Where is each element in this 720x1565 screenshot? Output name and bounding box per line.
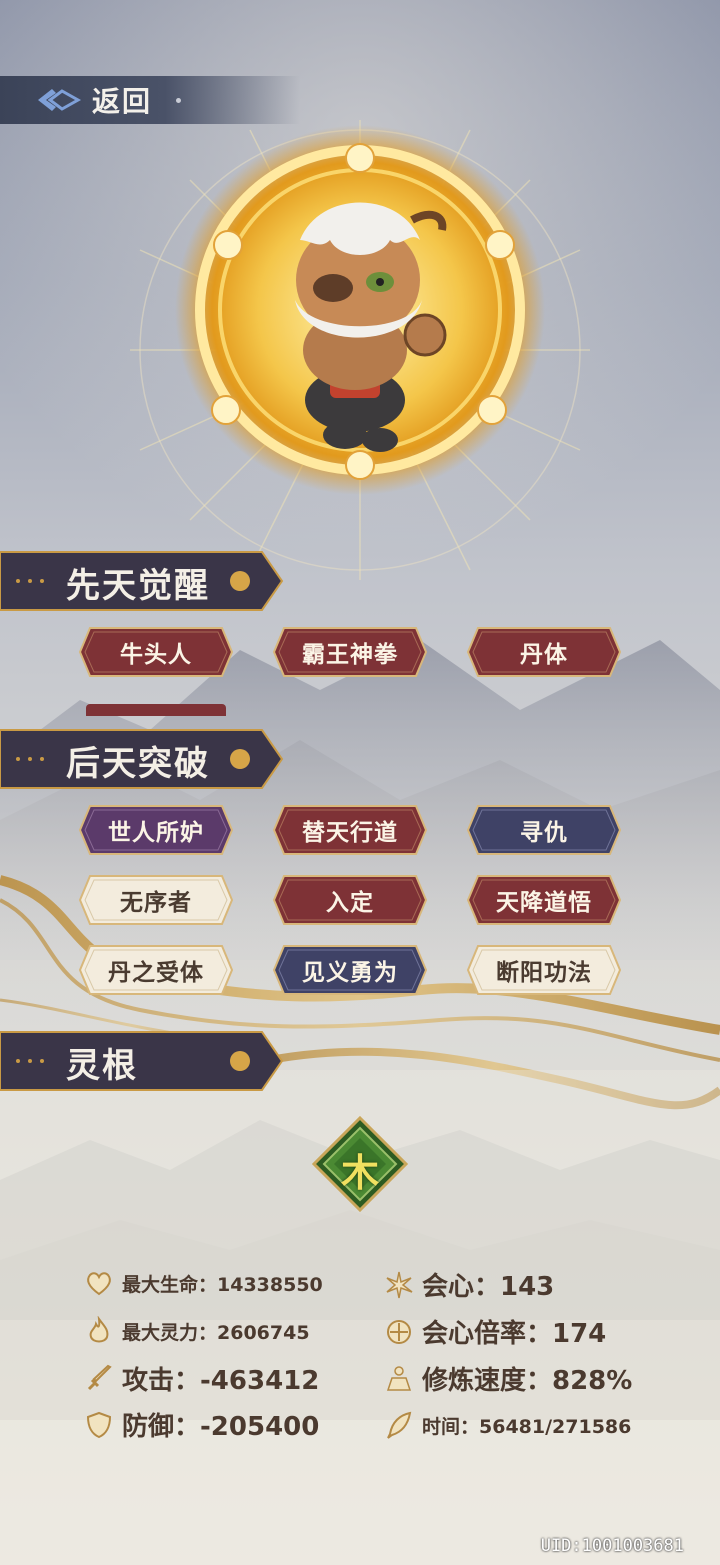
trait-tag[interactable]: 见义勇为 (272, 944, 428, 996)
trait-tag[interactable]: 丹之受体 (78, 944, 234, 996)
stat-crit: 会心：143 (384, 1266, 554, 1303)
back-button[interactable]: 返回 (0, 76, 300, 124)
stat-crit-mult: 会心倍率：174 (384, 1313, 606, 1350)
section-header-acquired: 后天突破 (0, 728, 284, 790)
trait-tag[interactable]: 无序者 (78, 874, 234, 926)
shield-icon (86, 1411, 112, 1438)
trait-tag[interactable]: 替天行道 (272, 804, 428, 856)
section-title: 先天觉醒 (66, 566, 210, 606)
stat-defense: 防御：-205400 (84, 1406, 319, 1443)
hidden-tag-edge (86, 704, 226, 716)
user-id: UID:1001003681 (540, 1536, 684, 1556)
trait-tag[interactable]: 天降道悟 (466, 874, 622, 926)
back-arrow-icon (38, 89, 82, 111)
trait-tag[interactable]: 霸王神拳 (272, 626, 428, 678)
trait-tag[interactable]: 丹体 (466, 626, 622, 678)
trait-tag[interactable]: 寻仇 (466, 804, 622, 856)
section-header-spirit-root: 灵根 (0, 1030, 284, 1092)
section-title: 后天突破 (66, 744, 210, 784)
trait-tag[interactable]: 世人所妒 (78, 804, 234, 856)
stat-max-hp: 最大生命：14338550 (84, 1268, 323, 1298)
trait-tag[interactable]: 断阳功法 (466, 944, 622, 996)
meditation-icon (386, 1365, 412, 1391)
stat-attack: 攻击：-463412 (84, 1360, 319, 1397)
feather-icon (387, 1411, 412, 1439)
heart-icon (87, 1272, 111, 1296)
back-label: 返回 (92, 85, 153, 118)
section-banner (0, 1031, 284, 1091)
element-badge-wood[interactable]: 木 (312, 1116, 408, 1212)
element-label: 木 (340, 1151, 379, 1195)
section-title: 灵根 (66, 1046, 138, 1086)
target-icon (387, 1319, 411, 1344)
flame-icon (89, 1316, 109, 1343)
section-header-innate: 先天觉醒 (0, 550, 284, 612)
burst-icon (386, 1271, 413, 1298)
trait-tag[interactable]: 入定 (272, 874, 428, 926)
stat-cultivation-speed: 修炼速度：828% (384, 1360, 632, 1397)
sword-icon (87, 1364, 112, 1390)
character-portrait (130, 120, 590, 580)
stat-max-mana: 最大灵力：2606745 (84, 1316, 310, 1346)
stat-time: 时间：56481/271586 (384, 1410, 631, 1440)
trait-tag[interactable]: 牛头人 (78, 626, 234, 678)
decor-dot (176, 98, 181, 103)
